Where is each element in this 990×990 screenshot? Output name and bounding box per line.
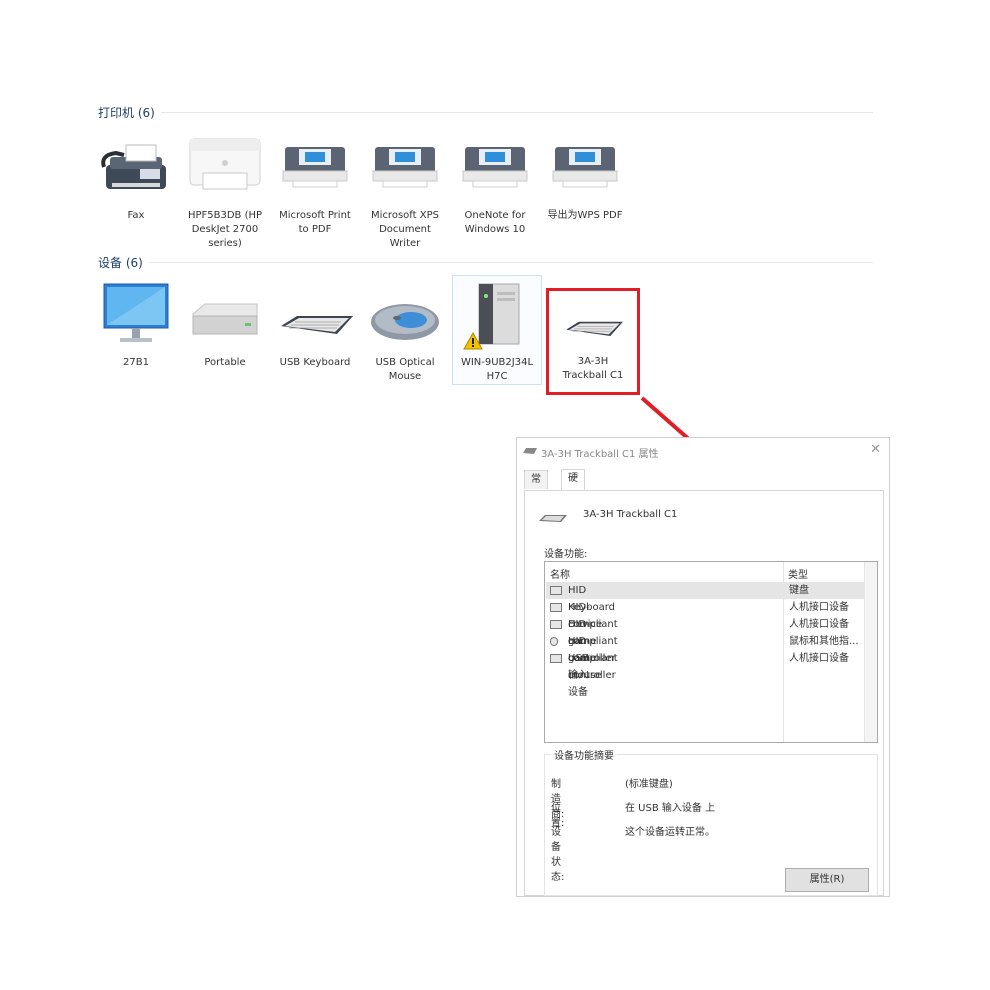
list-item[interactable]: HID-compliant game controller 人机接口设备 — [546, 599, 864, 664]
device-label: 27B1 — [123, 357, 149, 368]
manufacturer-value: (标准键盘) — [625, 779, 673, 790]
warning-icon — [463, 331, 483, 355]
inkjet-printer-icon — [185, 135, 265, 201]
printer-item-wps-pdf[interactable]: 导出为WPS PDF — [541, 135, 629, 223]
printer-item-onenote[interactable]: OneNote for Windows 10 — [451, 135, 539, 237]
location-value: 在 USB 输入设备 上 — [625, 803, 716, 814]
printer-label: Microsoft XPS Document Writer — [371, 210, 439, 249]
summary-legend: 设备功能摘要 — [551, 747, 617, 762]
printer-icon — [365, 135, 445, 201]
hid-device-icon — [550, 654, 562, 663]
list-item[interactable]: USB 输入设备 人机接口设备 — [546, 650, 864, 698]
device-name: 3A-3H Trackball C1 — [583, 509, 678, 520]
device-label: WIN-9UB2J34L H7C — [460, 357, 534, 382]
printer-icon — [455, 135, 535, 201]
printer-item-fax[interactable]: Fax — [92, 135, 180, 223]
printers-section-header[interactable]: 打印机 (6) — [98, 102, 873, 122]
dialog-title: 3A-3H Trackball C1 属性 — [541, 449, 659, 460]
device-item-usb-mouse[interactable]: USB Optical Mouse — [361, 282, 449, 384]
hid-device-icon — [550, 620, 562, 629]
section-divider — [98, 262, 873, 263]
printer-label: 导出为WPS PDF — [547, 210, 623, 221]
devices-header-label: 设备 (6) — [98, 254, 149, 271]
monitor-icon — [96, 282, 176, 348]
mouse-small-icon — [550, 637, 558, 646]
list-scrollbar[interactable] — [864, 562, 877, 742]
device-item-monitor[interactable]: 27B1 — [92, 282, 180, 370]
printer-label: OneNote for Windows 10 — [464, 210, 526, 235]
column-header-type[interactable]: 类型 — [788, 566, 808, 581]
device-label: USB Keyboard — [279, 357, 351, 368]
column-header-name[interactable]: 名称 — [550, 566, 570, 581]
mouse-icon — [365, 282, 445, 348]
item-type: 人机接口设备 — [789, 602, 849, 613]
device-item-usb-keyboard[interactable]: USB Keyboard — [271, 282, 359, 370]
printers-header-label: 打印机 (6) — [98, 104, 161, 121]
device-label: USB Optical Mouse — [375, 357, 435, 382]
properties-button[interactable]: 属性(R) — [785, 868, 869, 892]
item-name: USB 输入设备 — [568, 653, 589, 698]
item-type: 人机接口设备 — [789, 619, 849, 630]
device-item-portable[interactable]: Portable — [181, 282, 269, 370]
keyboard-icon — [275, 282, 355, 348]
printer-label: HPF5B3DB (HP DeskJet 2700 series) — [187, 210, 263, 249]
hid-device-icon — [550, 603, 562, 612]
tab-hardware[interactable]: 硬件 — [561, 469, 585, 502]
highlight-box — [546, 288, 640, 395]
hardware-panel: 3A-3H Trackball C1 设备功能: 名称 类型 HID Keybo… — [524, 490, 884, 896]
keyboard-small-icon — [523, 447, 537, 458]
item-type: 键盘 — [789, 585, 809, 596]
device-label: Portable — [204, 357, 246, 368]
item-type: 鼠标和其他指... — [789, 636, 859, 647]
printer-icon — [545, 135, 625, 201]
device-functions-list[interactable]: 名称 类型 HID Keyboard Device 键盘 HID-complia… — [544, 561, 878, 743]
printer-label: Fax — [127, 210, 145, 221]
printer-item-hp[interactable]: HPF5B3DB (HP DeskJet 2700 series) — [181, 135, 269, 251]
printer-item-ms-print-pdf[interactable]: Microsoft Print to PDF — [271, 135, 359, 237]
printer-label: Microsoft Print to PDF — [279, 210, 351, 235]
computer-tower-icon — [457, 282, 537, 350]
fax-icon — [96, 135, 176, 201]
device-item-computer[interactable]: WIN-9UB2J34L H7C — [452, 275, 542, 385]
properties-dialog: 3A-3H Trackball C1 属性 ✕ 常规 硬件 3A-3H Trac… — [516, 437, 890, 897]
dialog-title-bar: 3A-3H Trackball C1 属性 ✕ — [517, 438, 889, 464]
functions-label: 设备功能: — [544, 549, 588, 560]
printer-icon — [275, 135, 355, 201]
keyboard-small-icon — [539, 513, 567, 526]
keyboard-small-icon — [550, 586, 562, 595]
tab-general[interactable]: 常规 — [524, 470, 548, 503]
section-divider — [98, 112, 873, 113]
close-icon[interactable]: ✕ — [870, 442, 881, 457]
devices-section-header[interactable]: 设备 (6) — [98, 252, 873, 272]
list-item[interactable]: HID Keyboard Device 键盘 — [546, 582, 864, 630]
item-type: 人机接口设备 — [789, 653, 849, 664]
list-item[interactable]: HID-compliant game controller 人机接口设备 — [546, 616, 864, 681]
list-item[interactable]: HID-compliant mouse 鼠标和其他指... — [546, 633, 864, 681]
status-label: 设备状态: — [551, 827, 565, 883]
status-value: 这个设备运转正常。 — [625, 827, 715, 838]
drive-icon — [185, 282, 265, 348]
printer-item-ms-xps[interactable]: Microsoft XPS Document Writer — [361, 135, 449, 251]
